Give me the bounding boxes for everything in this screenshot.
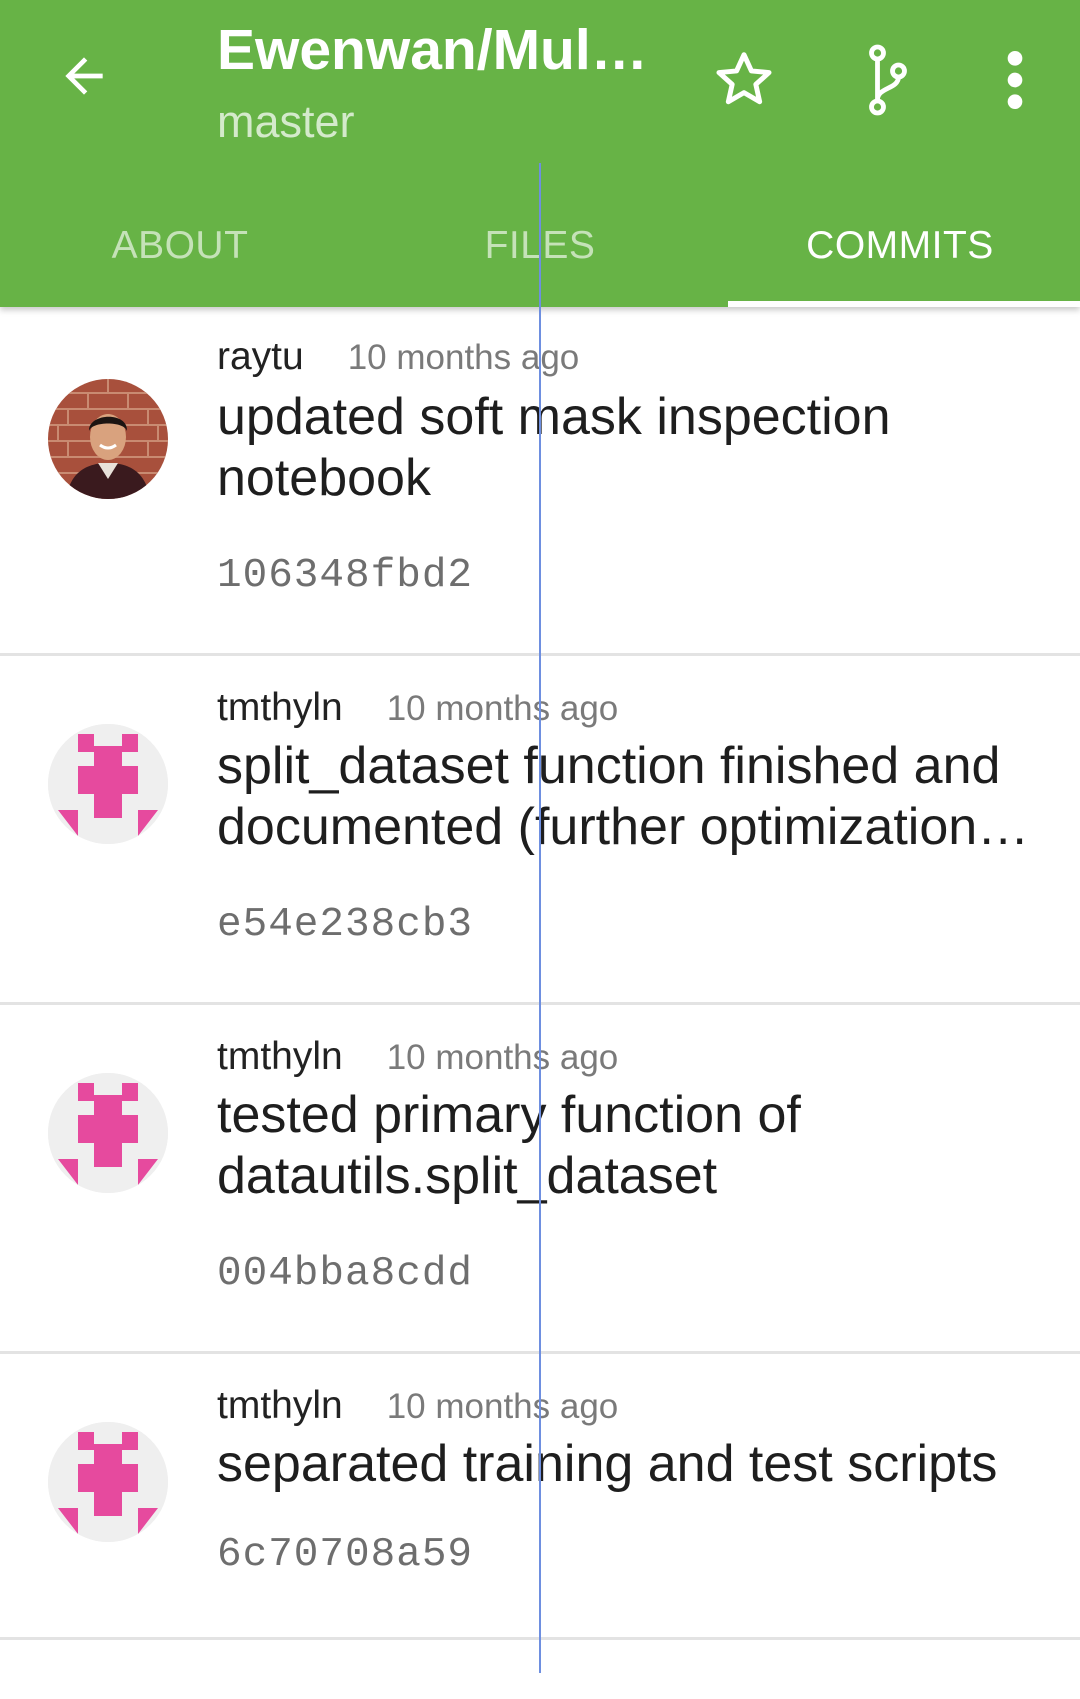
commit-row[interactable]: raytu 10 months ago updated soft mask ins… (0, 307, 1080, 656)
commit-row[interactable]: tmthyln 10 months ago tested primary func… (0, 1005, 1080, 1354)
back-button[interactable] (48, 40, 120, 112)
tab-commits[interactable]: COMMITS (720, 190, 1080, 307)
avatar (48, 724, 168, 844)
branch-button[interactable] (850, 40, 926, 120)
commit-time: 10 months ago (386, 1038, 619, 1077)
commit-sha: 004bba8cdd (217, 1251, 474, 1297)
commit-author: tmthyln (217, 686, 343, 729)
commit-time: 10 months ago (386, 689, 619, 728)
commit-message: separated training and test scripts (217, 1435, 998, 1493)
avatar (48, 379, 168, 499)
commit-message: tested primary function of datautils.spl… (217, 1086, 801, 1205)
app-bar: Ewenwan/MultiTaskNet master ABOUT FILES … (0, 0, 1080, 307)
avatar (48, 1422, 168, 1542)
commit-sha: e54e238cb3 (217, 902, 474, 948)
more-vert-icon (1007, 51, 1023, 109)
commit-time: 10 months ago (386, 1387, 619, 1426)
commit-meta: raytu 10 months ago (217, 335, 579, 379)
tab-files[interactable]: FILES (360, 190, 720, 307)
arrow-back-icon (65, 57, 103, 95)
commit-author: tmthyln (217, 1384, 343, 1427)
git-branch-icon (869, 44, 907, 116)
commit-row[interactable]: tmthyln 10 months ago split_dataset funct… (0, 656, 1080, 1005)
commit-sha: 106348fbd2 (217, 553, 474, 599)
commit-message: split_dataset function finished and docu… (217, 737, 1001, 856)
commit-list: raytu 10 months ago updated soft mask ins… (0, 307, 1080, 1640)
commit-meta: tmthyln 10 months ago (217, 686, 618, 730)
tab-about[interactable]: ABOUT (0, 190, 360, 307)
commit-time: 10 months ago (347, 338, 580, 377)
commit-meta: tmthyln 10 months ago (217, 1384, 618, 1428)
identicon-icon (48, 1073, 168, 1193)
branch-subtitle: master (217, 96, 355, 147)
star-outline-icon (716, 52, 772, 105)
star-button[interactable] (706, 42, 782, 118)
commit-sha: 6c70708a59 (217, 1532, 474, 1578)
identicon-icon (48, 724, 168, 844)
tab-bar: ABOUT FILES COMMITS (0, 190, 1080, 307)
commit-author: raytu (217, 335, 304, 378)
avatar (48, 1073, 168, 1193)
identicon-icon (48, 1422, 168, 1542)
commit-author: tmthyln (217, 1035, 343, 1078)
commit-meta: tmthyln 10 months ago (217, 1035, 618, 1079)
more-options-button[interactable] (985, 40, 1045, 120)
commit-message: updated soft mask inspection notebook (217, 388, 891, 507)
commit-row[interactable]: tmthyln 10 months ago separated training … (0, 1354, 1080, 1640)
user-photo-icon (48, 379, 168, 499)
repository-title: Ewenwan/MultiTaskNet (217, 18, 657, 82)
